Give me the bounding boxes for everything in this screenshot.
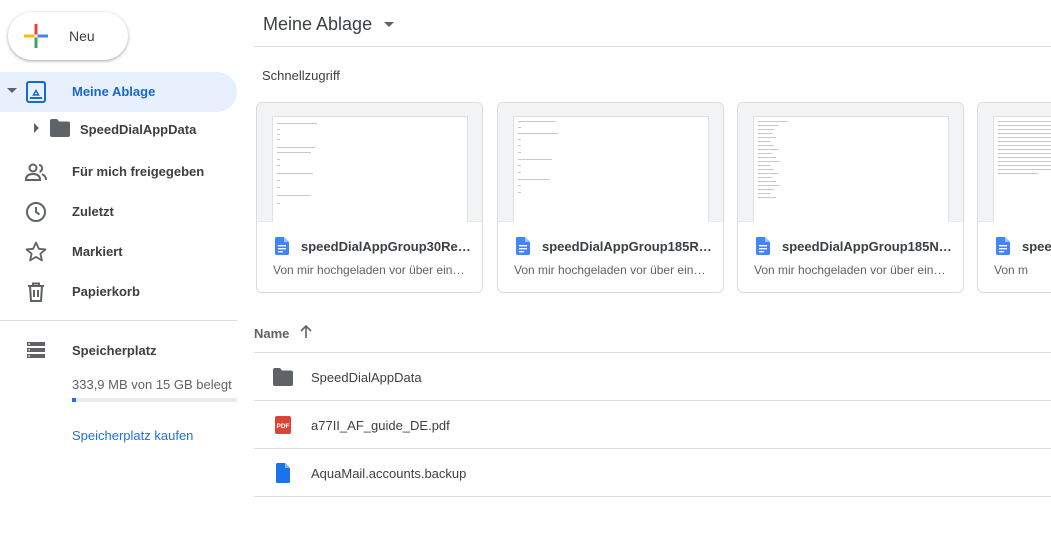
drive-icon	[26, 81, 46, 103]
new-button-label: Neu	[69, 28, 95, 44]
file-name: a77II_AF_guide_DE.pdf	[311, 418, 450, 433]
table-row[interactable]: SpeedDialAppData	[254, 353, 1051, 400]
file-list-header: Name	[254, 318, 1051, 352]
document-icon	[276, 463, 290, 483]
document-preview	[272, 116, 468, 222]
file-name: AquaMail.accounts.backup	[311, 466, 467, 481]
sidebar-item-label: Zuletzt	[72, 204, 114, 219]
card-thumbnail	[978, 103, 1051, 222]
header-divider	[254, 46, 1051, 47]
buy-storage-link[interactable]: Speicherplatz kaufen	[72, 428, 193, 443]
card-thumbnail	[257, 103, 482, 222]
tree-folder-label: SpeedDialAppData	[80, 122, 197, 137]
card-subtitle: Von mir hochgeladen vor über ein…	[754, 263, 946, 277]
page-title[interactable]: Meine Ablage	[263, 12, 395, 36]
clock-icon	[26, 202, 46, 222]
quick-access-card[interactable]: speedDialAppGroup185Na… Von mir hochgela…	[737, 102, 964, 293]
folder-icon	[273, 368, 293, 386]
main-content: Meine Ablage Schnellzugriff speedDialApp…	[246, 0, 1051, 536]
svg-text:PDF: PDF	[277, 423, 290, 430]
sidebar-item-starred[interactable]: Markiert	[0, 232, 237, 272]
card-subtitle: Von mir hochgeladen vor über ein…	[514, 263, 706, 277]
card-thumbnail	[738, 103, 963, 222]
quick-access-title: Schnellzugriff	[262, 68, 340, 83]
trash-icon	[28, 282, 44, 302]
card-file-name: speedDialAppGroup185Re…	[542, 239, 714, 254]
sidebar-item-label: Markiert	[72, 244, 123, 259]
new-button[interactable]: Neu	[8, 12, 128, 60]
storage-icon	[27, 342, 45, 358]
people-icon	[24, 163, 47, 181]
sidebar-item-label: Papierkorb	[72, 284, 140, 299]
file-name: SpeedDialAppData	[311, 370, 422, 385]
arrow-up-icon[interactable]	[298, 324, 314, 340]
table-row[interactable]: AquaMail.accounts.backup	[254, 449, 1051, 496]
sidebar-item-label: Für mich freigegeben	[72, 164, 205, 179]
storage-title[interactable]: Speicherplatz	[72, 343, 157, 358]
sidebar-divider	[0, 320, 237, 321]
card-file-name: speedDialAppGroup185Na…	[782, 239, 954, 254]
row-divider	[254, 496, 1051, 497]
star-icon	[25, 241, 47, 262]
document-icon	[275, 237, 289, 255]
pdf-icon: PDF	[275, 416, 291, 434]
quick-access-card[interactable]: speedDialAppGroup185Re… Von mir hochgela…	[497, 102, 724, 293]
quick-access-card[interactable]: spee Von m	[977, 102, 1051, 293]
caret-right-icon[interactable]	[34, 123, 39, 133]
document-icon	[516, 237, 530, 255]
card-file-name: spee	[1022, 239, 1051, 254]
sidebar: Neu Meine Ablage SpeedDialAppData Für mi…	[0, 0, 246, 536]
column-header-name[interactable]: Name	[254, 326, 289, 341]
document-preview	[993, 116, 1051, 222]
document-preview	[753, 116, 949, 222]
sidebar-item-recent[interactable]: Zuletzt	[0, 192, 237, 232]
storage-progress-fill	[72, 398, 76, 402]
storage-usage-text: 333,9 MB von 15 GB belegt	[72, 377, 232, 392]
sidebar-tree-folder[interactable]: SpeedDialAppData	[0, 112, 237, 144]
chevron-down-icon	[384, 21, 395, 27]
document-icon	[996, 237, 1010, 255]
sidebar-item-my-drive[interactable]: Meine Ablage	[0, 72, 237, 112]
table-row[interactable]: PDF a77II_AF_guide_DE.pdf	[254, 401, 1051, 448]
sidebar-item-trash[interactable]: Papierkorb	[0, 272, 237, 312]
folder-icon	[50, 119, 70, 137]
storage-progress-bar	[72, 398, 237, 402]
expand-caret-icon[interactable]	[7, 88, 17, 93]
page-title-text: Meine Ablage	[263, 13, 373, 34]
sidebar-item-label: Meine Ablage	[72, 84, 156, 99]
document-preview	[513, 116, 709, 222]
sidebar-item-shared[interactable]: Für mich freigegeben	[0, 152, 237, 192]
quick-access-card[interactable]: speedDialAppGroup30Re… Von mir hochgelad…	[256, 102, 483, 293]
card-subtitle: Von m	[994, 263, 1029, 277]
card-thumbnail	[498, 103, 723, 222]
card-subtitle: Von mir hochgeladen vor über ein…	[273, 263, 465, 277]
plus-icon	[24, 24, 48, 48]
card-file-name: speedDialAppGroup30Re…	[301, 239, 471, 254]
document-icon	[756, 237, 770, 255]
